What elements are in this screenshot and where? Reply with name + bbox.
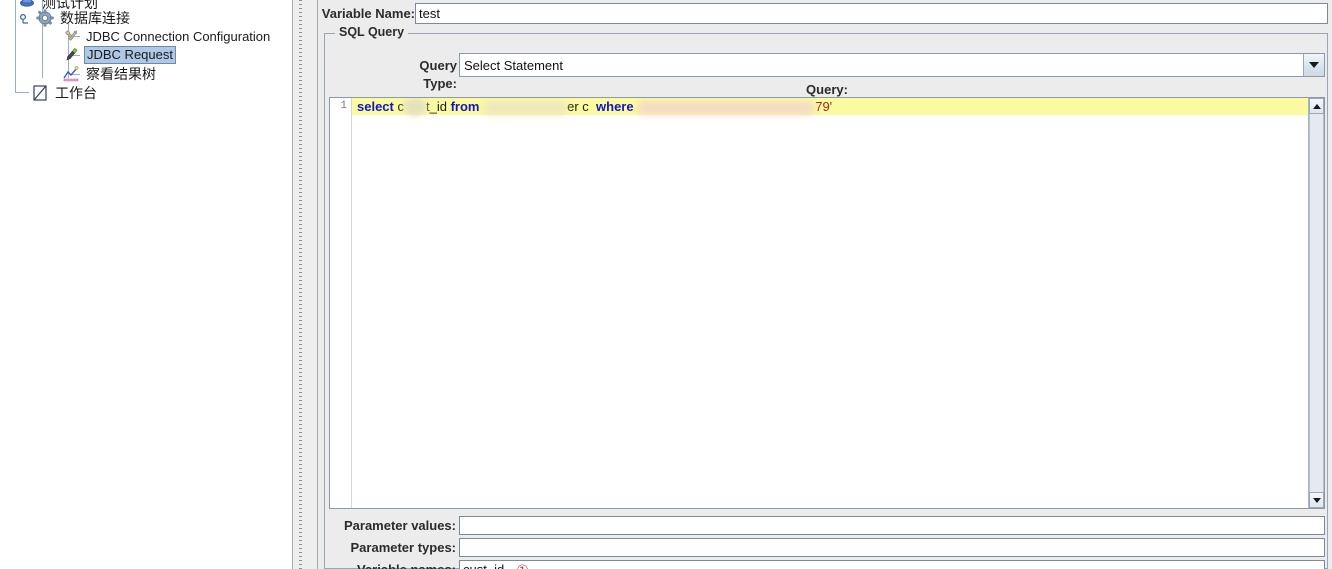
jmeter-window: 测试计划 数据库连接 JDBC Connection Configuration… <box>0 0 1332 569</box>
view-results-tree-icon <box>62 65 80 83</box>
tree-node-jdbc-request[interactable]: JDBC Request <box>62 46 176 64</box>
panel-splitter[interactable] <box>292 0 318 569</box>
triangle-up-icon <box>1312 103 1321 109</box>
sql-token-keyword: where <box>596 99 634 114</box>
triangle-down-icon <box>1312 497 1321 503</box>
jdbc-request-editor-panel: Variable Name: test SQL Query Query Type… <box>318 0 1332 569</box>
scroll-down-button[interactable] <box>1309 492 1324 508</box>
tree-node-jdbc-connection-configuration[interactable]: JDBC Connection Configuration <box>62 28 272 46</box>
scroll-up-button[interactable] <box>1309 98 1324 114</box>
query-type-dropdown-button[interactable] <box>1303 54 1324 76</box>
annotation-marker-1: ① <box>516 563 529 569</box>
tree-node-workbench[interactable]: 工作台 <box>31 84 99 102</box>
thread-group-gear-icon <box>36 9 54 27</box>
tree-node-label-jdbc-connection-configuration: JDBC Connection Configuration <box>86 29 271 44</box>
splitter-grip-dots <box>299 0 302 569</box>
variable-names-input[interactable]: cust_id ① <box>459 560 1325 569</box>
sql-token-keyword: select <box>357 99 394 114</box>
parameter-types-row: Parameter types: <box>329 538 1325 557</box>
editor-code-area[interactable]: select c t_id from er c where 79' <box>352 98 1324 508</box>
scrollbar-track[interactable] <box>1309 114 1324 492</box>
jdbc-request-pen-icon <box>62 46 80 64</box>
variable-name-label: Variable Name: <box>321 6 415 21</box>
tree-connector-root <box>15 0 16 92</box>
test-plan-icon <box>18 0 36 12</box>
variable-name-row: Variable Name: test <box>322 3 1328 24</box>
tree-connector-h5 <box>15 92 29 93</box>
parameter-values-row: Parameter values: <box>329 516 1325 535</box>
sql-statement-text: select c t_id from er c where 79' <box>357 98 832 115</box>
sql-query-editor[interactable]: 1 select c t_id from er c where 79' <box>329 97 1325 509</box>
variable-name-input[interactable]: test <box>415 3 1328 24</box>
parameter-types-input[interactable] <box>459 538 1325 557</box>
editor-line-number: 1 <box>340 100 347 112</box>
tree-node-label-jdbc-request: JDBC Request <box>84 46 176 64</box>
tree-expand-handle-thread-group[interactable] <box>19 12 31 24</box>
tree-node-thread-group[interactable]: 数据库连接 <box>36 9 132 27</box>
sql-token-space <box>589 99 596 114</box>
sql-query-group: SQL Query Query Type: Select Statement Q… <box>324 25 1328 569</box>
sql-token-keyword: from <box>450 99 480 114</box>
sql-query-group-title: SQL Query <box>335 25 409 39</box>
editor-vertical-scrollbar[interactable] <box>1308 98 1324 508</box>
parameter-values-input[interactable] <box>459 516 1325 535</box>
tree-node-label-view-results-tree: 察看结果树 <box>86 66 156 82</box>
query-caption-label: Query: <box>806 82 848 97</box>
parameter-values-label: Parameter values: <box>343 518 456 533</box>
sql-token-num: 79' <box>815 99 833 114</box>
workbench-icon <box>31 84 49 102</box>
tree-node-label-thread-group: 数据库连接 <box>60 10 130 26</box>
redacted-segment <box>637 100 816 115</box>
query-type-dropdown[interactable]: Select Statement <box>459 53 1325 77</box>
variable-names-label: Variable names: <box>329 560 459 569</box>
sql-token-ident: er c <box>567 99 589 114</box>
query-type-selected-value: Select Statement <box>464 57 563 73</box>
redaction-blob-1 <box>404 99 426 114</box>
parameter-types-label: Parameter types: <box>350 540 457 555</box>
tree-node-label-workbench: 工作台 <box>55 85 97 101</box>
test-plan-tree-panel: 测试计划 数据库连接 JDBC Connection Configuration… <box>0 0 292 569</box>
query-type-label: Query Type: <box>419 58 457 91</box>
sql-token-ident: t_id <box>426 99 447 114</box>
variable-names-value: cust_id <box>463 561 504 569</box>
tree-node-view-results-tree[interactable]: 察看结果树 <box>62 65 158 83</box>
variable-names-row: Variable names: cust_id ① <box>329 560 1325 569</box>
config-element-wrench-icon <box>62 28 80 46</box>
editor-line-number-gutter: 1 <box>330 98 352 508</box>
chevron-down-icon <box>1309 62 1319 68</box>
redacted-segment <box>483 100 568 115</box>
